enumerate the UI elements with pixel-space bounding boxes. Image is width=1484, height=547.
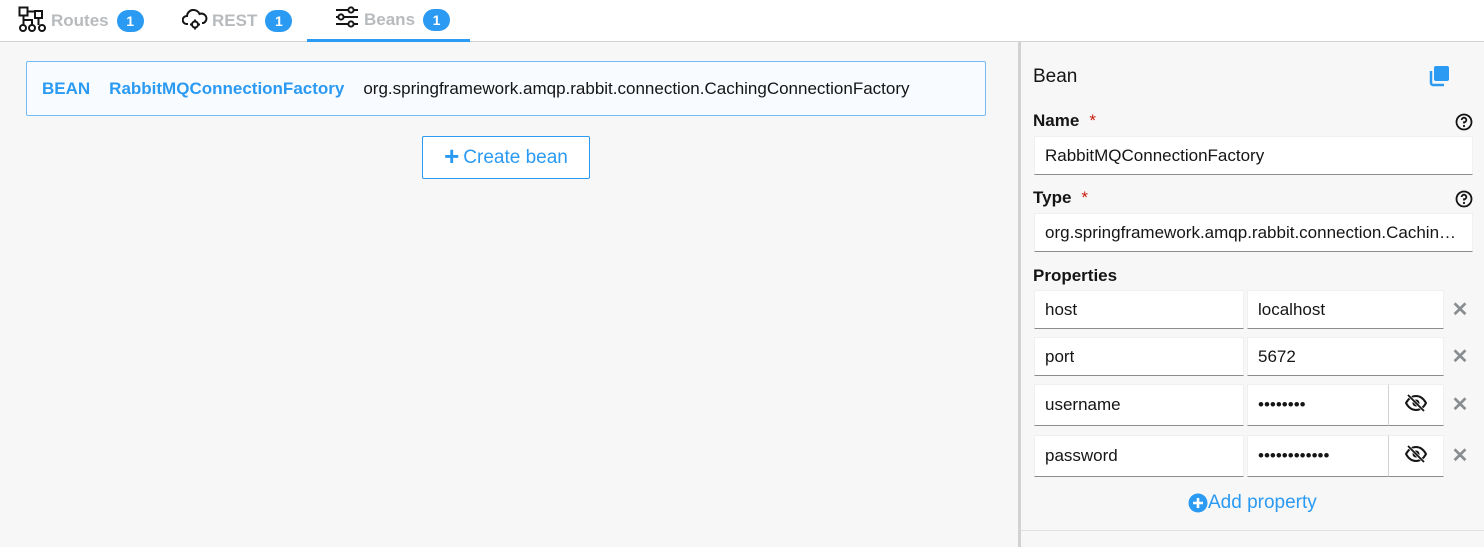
property-value-input[interactable]: localhost bbox=[1247, 290, 1444, 329]
bean-kind-label: BEAN bbox=[42, 78, 91, 98]
create-bean-button[interactable]: + Create bean bbox=[422, 136, 590, 179]
add-property-label: Add property bbox=[1208, 492, 1317, 513]
bean-list-item[interactable]: BEAN RabbitMQConnectionFactory org.sprin… bbox=[26, 61, 986, 116]
create-bean-label: Create bean bbox=[463, 146, 568, 168]
tab-routes-count: 1 bbox=[116, 10, 144, 32]
sliders-icon bbox=[334, 5, 360, 34]
property-key-input[interactable]: host bbox=[1034, 290, 1244, 329]
property-key-input[interactable]: port bbox=[1034, 337, 1244, 376]
properties-label: Properties bbox=[1033, 266, 1118, 285]
name-field-label: Name * bbox=[1033, 111, 1096, 130]
tab-beans-label: Beans bbox=[364, 9, 416, 29]
tab-rest-label: REST bbox=[212, 11, 258, 30]
property-value-input[interactable]: 5672 bbox=[1247, 337, 1444, 376]
plus-icon: + bbox=[444, 140, 460, 171]
tab-beans[interactable]: Beans 1 bbox=[307, 0, 470, 42]
property-key-input[interactable]: username bbox=[1034, 384, 1244, 426]
tab-rest-count: 1 bbox=[265, 10, 293, 32]
plus-circle-icon bbox=[1188, 493, 1208, 513]
property-key-input[interactable]: password bbox=[1034, 435, 1244, 477]
tab-beans-count: 1 bbox=[423, 8, 451, 31]
bean-name: RabbitMQConnectionFactory bbox=[109, 78, 345, 98]
required-mark: * bbox=[1081, 188, 1089, 207]
copy-icon[interactable] bbox=[1428, 65, 1450, 87]
eye-slash-icon bbox=[1404, 444, 1428, 468]
tab-bar: Routes 1 REST 1 Beans 1 bbox=[0, 0, 1484, 42]
remove-property-icon[interactable]: ✕ bbox=[1451, 299, 1469, 321]
bean-details-panel: Bean Name * RabbitMQConnectionFactory Typ… bbox=[1021, 42, 1484, 547]
toggle-visibility-button[interactable] bbox=[1388, 435, 1444, 477]
panel-title: Bean bbox=[1033, 66, 1078, 87]
required-mark: * bbox=[1089, 111, 1096, 130]
cloud-gear-icon bbox=[181, 6, 208, 37]
tab-routes[interactable]: Routes 1 bbox=[18, 0, 148, 42]
help-icon[interactable] bbox=[1455, 113, 1473, 131]
remove-property-icon[interactable]: ✕ bbox=[1451, 346, 1469, 368]
type-field-label: Type * bbox=[1033, 188, 1089, 207]
property-value-input[interactable]: •••••••• bbox=[1247, 384, 1389, 426]
type-input[interactable]: org.springframework.amqp.rabbit.connecti… bbox=[1034, 213, 1473, 252]
divider bbox=[1021, 530, 1484, 531]
eye-slash-icon bbox=[1404, 393, 1428, 417]
remove-property-icon[interactable]: ✕ bbox=[1451, 445, 1469, 467]
tab-rest[interactable]: REST 1 bbox=[181, 0, 294, 42]
remove-property-icon[interactable]: ✕ bbox=[1451, 394, 1469, 416]
bean-list-panel: BEAN RabbitMQConnectionFactory org.sprin… bbox=[0, 42, 1018, 547]
name-input[interactable]: RabbitMQConnectionFactory bbox=[1034, 136, 1473, 175]
help-icon[interactable] bbox=[1455, 190, 1473, 208]
property-value-input[interactable]: •••••••••••• bbox=[1247, 435, 1389, 477]
route-graph-icon bbox=[18, 6, 47, 37]
toggle-visibility-button[interactable] bbox=[1388, 384, 1444, 426]
tab-routes-label: Routes bbox=[51, 11, 109, 30]
bean-type: org.springframework.amqp.rabbit.connecti… bbox=[363, 78, 910, 98]
add-property-button[interactable]: Add property bbox=[1188, 492, 1317, 514]
